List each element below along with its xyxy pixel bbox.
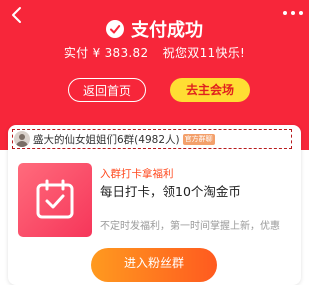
greeting-text: 祝您双11快乐! [162, 46, 246, 60]
benefit-image [18, 163, 92, 237]
benefit-subtitle: 不定时发福利，第一时间掌握上新，优惠 [100, 221, 280, 232]
paid-amount: ¥ 383.82 [92, 46, 149, 60]
title-row: 支付成功 [0, 16, 309, 42]
check-circle-icon [106, 20, 124, 38]
paid-label: 实付 [63, 46, 89, 60]
group-header[interactable]: 盛大的仙女姐姐们6群(4982人) 官方群聊 [12, 129, 292, 149]
group-name: 盛大的仙女姐姐们6群(4982人) [33, 133, 180, 146]
page-title: 支付成功 [131, 20, 203, 41]
paid-summary: 实付 ¥ 383.82 祝您双11快乐! [0, 44, 309, 61]
main-venue-button[interactable]: 去主会场 [170, 78, 250, 102]
benefit-description: 每日打卡，领10个淘金币 [100, 184, 241, 199]
official-group-badge: 官方群聊 [182, 133, 215, 145]
calendar-check-icon [36, 179, 74, 219]
back-home-button[interactable]: 返回首页 [68, 78, 146, 102]
avatar [14, 131, 30, 147]
benefit-title: 入群打卡拿福利 [100, 168, 174, 180]
